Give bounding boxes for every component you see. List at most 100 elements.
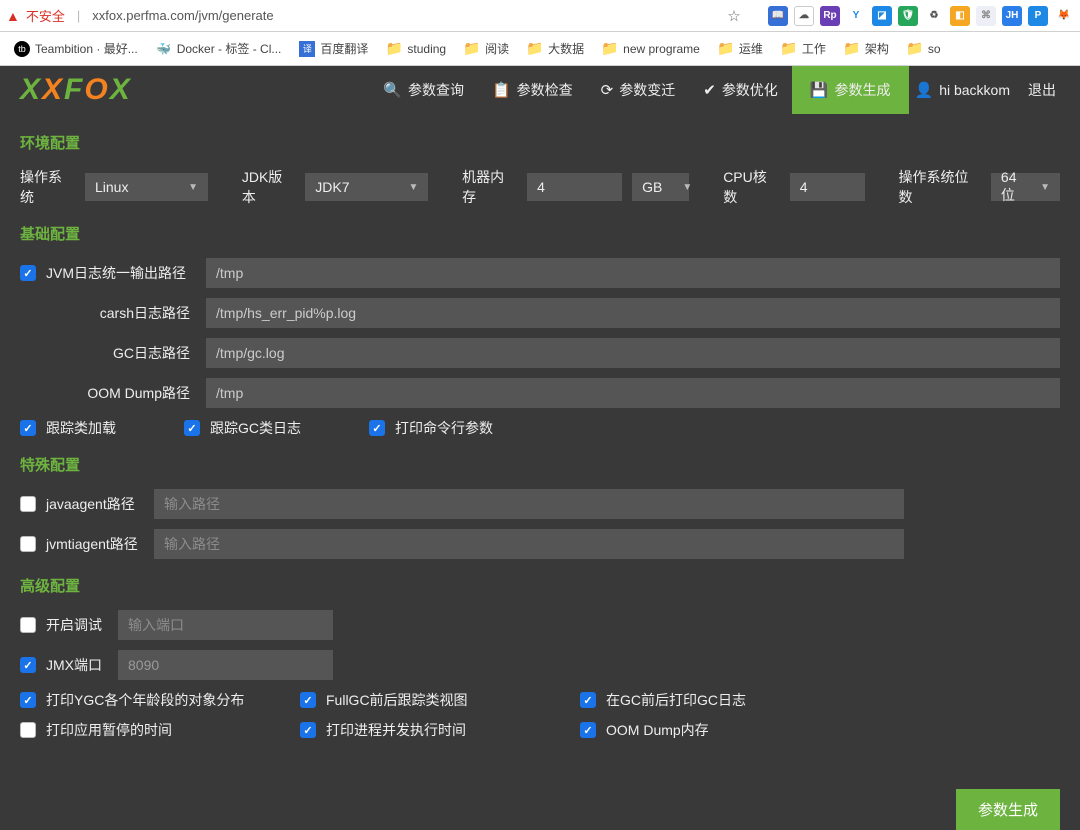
jmx-checkbox[interactable]: ✓	[20, 657, 36, 673]
bookmark-item[interactable]: 📁new programe	[594, 41, 708, 57]
mem-unit-select[interactable]: GB▼	[632, 173, 689, 201]
shield-icon[interactable]: 🛡	[898, 6, 918, 26]
crash-input[interactable]	[206, 298, 1060, 328]
logpath-label: JVM日志统一输出路径	[46, 263, 196, 283]
logo[interactable]: XXFOX	[20, 73, 132, 107]
folder-icon: 📁	[718, 41, 734, 57]
os-select[interactable]: Linux▼	[85, 173, 208, 201]
section-adv-title: 高级配置	[20, 575, 1060, 596]
trace-gc-label: 跟踪GC类日志	[210, 418, 301, 438]
recycle-icon[interactable]: ♻	[924, 6, 944, 26]
adv-cb-4[interactable]: ✓	[300, 722, 316, 738]
nav-user[interactable]: 👤hi backkom	[909, 66, 1025, 114]
bits-select[interactable]: 64位▼	[991, 173, 1060, 201]
folder-icon: 📁	[527, 41, 543, 57]
javaagent-input[interactable]	[154, 489, 904, 519]
section-base-title: 基础配置	[20, 223, 1060, 244]
cloud-icon[interactable]: ☁	[794, 6, 814, 26]
section-env-title: 环境配置	[20, 132, 1060, 153]
adv-cb-3[interactable]	[20, 722, 36, 738]
ext-icon-y[interactable]: Y	[846, 6, 866, 26]
nav-param-optimize[interactable]: ✔参数优化	[689, 66, 792, 114]
ext-icon-blue[interactable]: ◪	[872, 6, 892, 26]
nav-param-generate[interactable]: 💾参数生成	[792, 66, 909, 114]
print-flags-checkbox[interactable]: ✓	[369, 420, 385, 436]
debug-checkbox[interactable]	[20, 617, 36, 633]
os-label: 操作系统	[20, 167, 75, 207]
insecure-icon: ▲	[6, 8, 20, 24]
bookmark-item[interactable]: 📁架构	[836, 40, 897, 57]
bookmark-item[interactable]: 📁studing	[378, 41, 454, 57]
search-icon: 🔍	[383, 81, 402, 99]
adv-cb-5[interactable]: ✓	[580, 722, 596, 738]
generate-button[interactable]: 参数生成	[956, 789, 1060, 830]
section-special-title: 特殊配置	[20, 454, 1060, 475]
browser-url-bar: ▲ 不安全 | xxfox.perfma.com/jvm/generate ☆ …	[0, 0, 1080, 32]
folder-icon: 📁	[464, 41, 480, 57]
url-text[interactable]: xxfox.perfma.com/jvm/generate	[92, 8, 273, 23]
chevron-down-icon: ▼	[408, 182, 418, 193]
folder-icon: 📁	[386, 41, 402, 57]
print-flags-label: 打印命令行参数	[395, 418, 493, 438]
nav-param-check[interactable]: 📋参数检查	[478, 66, 587, 114]
bookmark-item[interactable]: 📁so	[899, 41, 949, 57]
ext-icon-rp[interactable]: Rp	[820, 6, 840, 26]
save-icon: 💾	[810, 81, 829, 99]
bookmark-item[interactable]: 📁阅读	[456, 40, 517, 57]
bookmark-item[interactable]: tbTeambition · 最好...	[6, 40, 146, 57]
jdk-select[interactable]: JDK7▼	[305, 173, 428, 201]
bookmark-item[interactable]: 译百度翻译	[291, 40, 376, 57]
user-icon: 👤	[915, 81, 934, 99]
bookmark-item[interactable]: 📁运维	[710, 40, 771, 57]
debug-label: 开启调试	[46, 615, 108, 635]
tb-icon: tb	[14, 41, 30, 57]
logpath-input[interactable]	[206, 258, 1060, 288]
top-nav: XXFOX 🔍参数查询 📋参数检查 ⟳参数变迁 ✔参数优化 💾参数生成 👤hi …	[0, 66, 1080, 114]
ext-icon-1[interactable]: 📖	[768, 6, 788, 26]
jvmti-input[interactable]	[154, 529, 904, 559]
nav-param-change[interactable]: ⟳参数变迁	[587, 66, 690, 114]
chevron-down-icon: ▼	[188, 182, 198, 193]
chevron-down-icon: ▼	[682, 182, 692, 193]
env-row: 操作系统 Linux▼ JDK版本 JDK7▼ 机器内存 GB▼ CPU核数 操…	[20, 167, 1060, 207]
star-icon[interactable]: ☆	[724, 6, 744, 26]
adv-cb-2[interactable]: ✓	[580, 692, 596, 708]
mem-input[interactable]	[527, 173, 622, 201]
folder-icon: 📁	[781, 41, 797, 57]
gc-input[interactable]	[206, 338, 1060, 368]
cpu-input[interactable]	[790, 173, 865, 201]
adv-grid: ✓打印YGC各个年龄段的对象分布 ✓FullGC前后跟踪类视图 ✓在GC前后打印…	[20, 690, 1060, 740]
trace-class-checkbox[interactable]: ✓	[20, 420, 36, 436]
ext-icon-p[interactable]: P	[1028, 6, 1048, 26]
ext-icon-jh[interactable]: JH	[1002, 6, 1022, 26]
bookmark-item[interactable]: 📁工作	[773, 40, 834, 57]
bookmark-item[interactable]: 📁大数据	[519, 40, 592, 57]
adv-cb-1[interactable]: ✓	[300, 692, 316, 708]
jmx-input[interactable]	[118, 650, 333, 680]
bookmarks-bar: tbTeambition · 最好... 🐳Docker - 标签 - Cl..…	[0, 32, 1080, 66]
ext-icon-grey[interactable]: ⌘	[976, 6, 996, 26]
adv-cb-0[interactable]: ✓	[20, 692, 36, 708]
logpath-checkbox[interactable]: ✓	[20, 265, 36, 281]
ext-icon-orange[interactable]: ◧	[950, 6, 970, 26]
jdk-label: JDK版本	[242, 167, 295, 207]
javaagent-checkbox[interactable]	[20, 496, 36, 512]
docker-icon: 🐳	[156, 41, 172, 57]
check-icon: ✔	[703, 81, 716, 99]
jvmti-checkbox[interactable]	[20, 536, 36, 552]
nav-param-query[interactable]: 🔍参数查询	[369, 66, 478, 114]
crash-label: carsh日志路径	[46, 303, 196, 323]
bits-label: 操作系统位数	[898, 167, 980, 207]
baidu-icon: 译	[299, 41, 315, 57]
insecure-label: 不安全	[26, 6, 65, 25]
javaagent-label: javaagent路径	[46, 494, 144, 514]
oom-label: OOM Dump路径	[46, 383, 196, 403]
bookmark-item[interactable]: 🐳Docker - 标签 - Cl...	[148, 40, 290, 57]
ext-icon-fox[interactable]: 🦊	[1054, 6, 1074, 26]
trace-class-label: 跟踪类加载	[46, 418, 116, 438]
trace-gc-checkbox[interactable]: ✓	[184, 420, 200, 436]
debug-input[interactable]	[118, 610, 333, 640]
refresh-icon: ⟳	[601, 81, 614, 99]
nav-logout[interactable]: 退出	[1024, 66, 1060, 114]
oom-input[interactable]	[206, 378, 1060, 408]
